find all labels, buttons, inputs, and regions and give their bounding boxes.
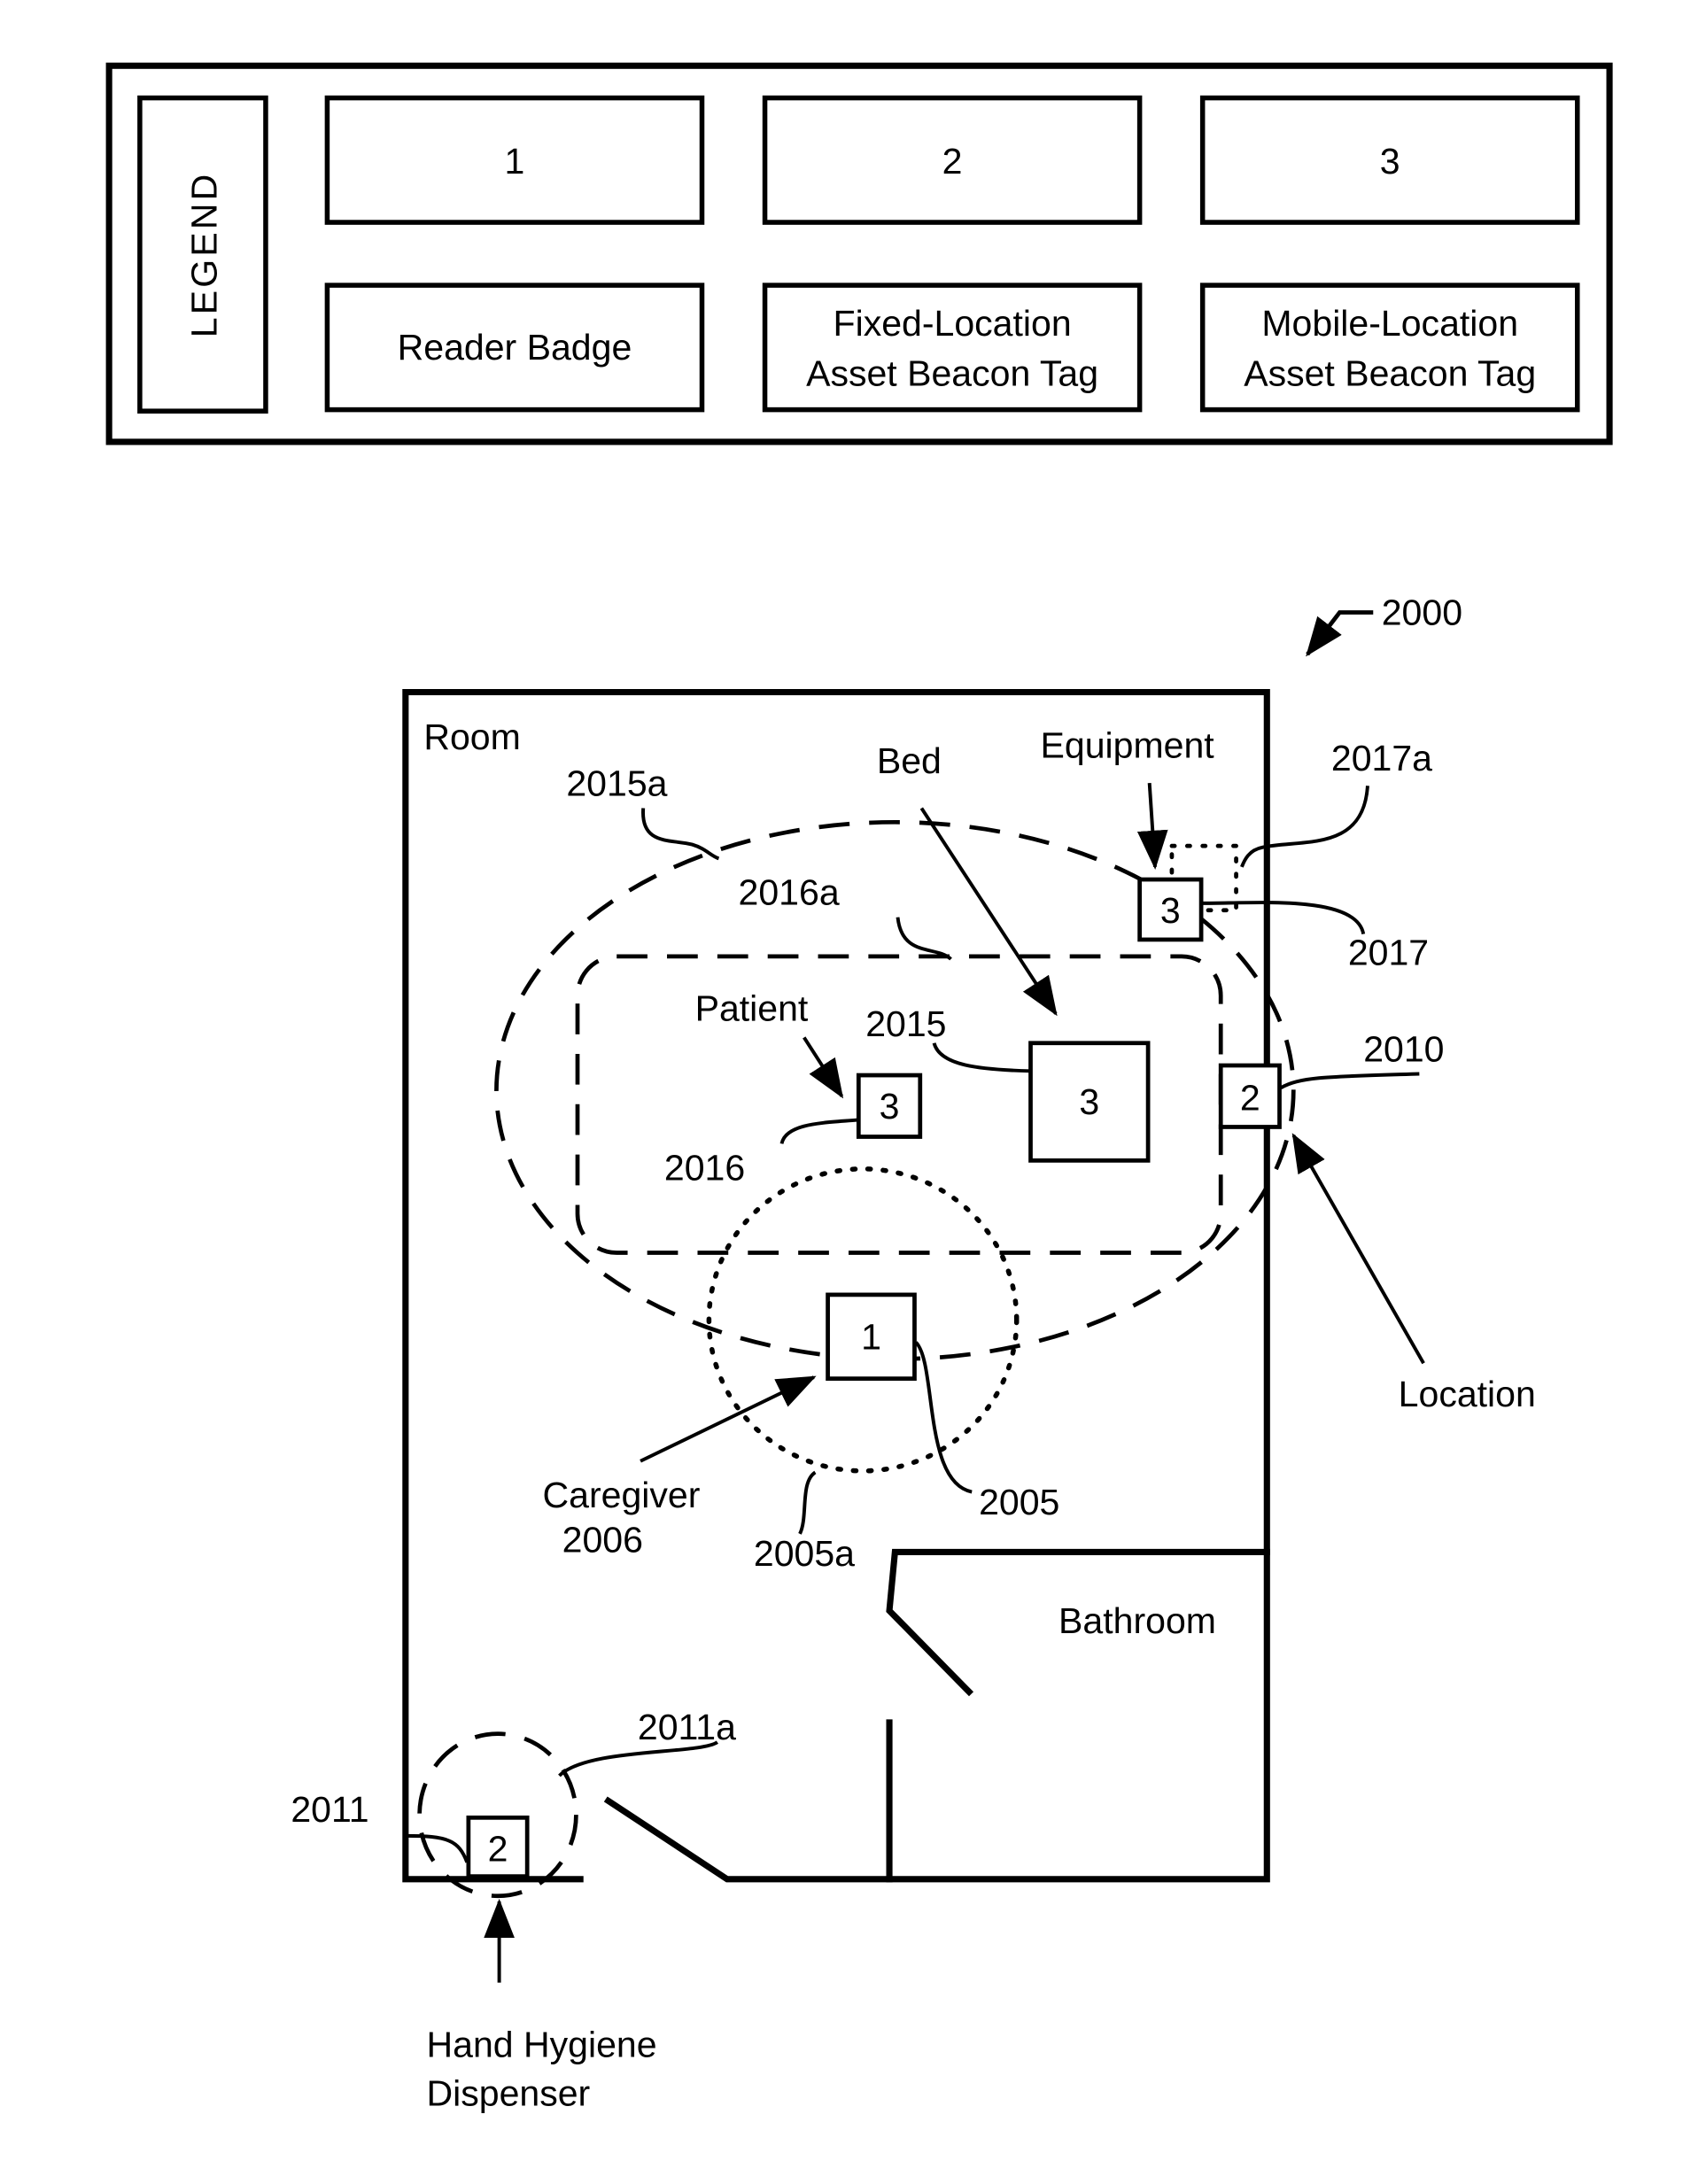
legend-desc-2-line1: Fixed-Location [834, 303, 1072, 344]
leader-2005a [798, 1470, 817, 1535]
patient-tag-2016: 3 [856, 1073, 923, 1139]
leader-2015a [641, 808, 720, 861]
caregiver-badge-text: 1 [861, 1316, 881, 1357]
leader-2015 [932, 1042, 1031, 1073]
patient-tag-text: 3 [880, 1086, 900, 1127]
caregiver-arrow [640, 1375, 817, 1463]
location-arrow [1291, 1133, 1425, 1365]
equipment-tag-text: 3 [1160, 890, 1181, 931]
legend-symbol-2-text: 2 [942, 141, 963, 182]
leader-2016 [779, 1118, 857, 1145]
patient-arrow [803, 1036, 844, 1099]
legend-symbol-3-text: 3 [1380, 141, 1400, 182]
room-walls [402, 688, 1270, 1883]
location-tag-2010: 2 [1218, 1063, 1282, 1129]
legend-symbol-1-text: 1 [505, 141, 525, 182]
patient-label: Patient [695, 987, 809, 1028]
leader-2016a [896, 917, 952, 961]
ref-2017: 2017 [1348, 932, 1429, 972]
figure-reference: 2000 [1306, 592, 1462, 657]
legend-desc-2-line2: Asset Beacon Tag [806, 353, 1098, 394]
ref-2017a: 2017a [1331, 738, 1432, 778]
ref-2005: 2005 [979, 1482, 1059, 1522]
figure-ref-arrow [1306, 610, 1374, 657]
legend-desc-1-text: Reader Badge [398, 327, 632, 368]
dispenser-tag-2011: 2 [466, 1815, 530, 1879]
equipment-tag-2017: 3 [1137, 877, 1204, 942]
patent-figure: LEGEND 1 2 3 Reader Badge Fixed-Location… [105, 62, 1613, 2114]
bed-tag-text: 3 [1079, 1081, 1099, 1122]
legend-desc-3-line1: Mobile-Location [1261, 303, 1518, 344]
ref-2011a: 2011a [638, 1707, 736, 1747]
leader-2011 [405, 1833, 469, 1863]
room: Room [402, 688, 1270, 1883]
bed-label: Bed [877, 740, 942, 781]
bed-tag-2015: 3 [1028, 1041, 1151, 1163]
ref-2016a: 2016a [739, 871, 840, 912]
legend: LEGEND 1 2 3 Reader Badge Fixed-Location… [105, 62, 1613, 445]
equipment-arrow [1136, 782, 1168, 870]
bathroom: Bathroom [886, 1548, 1270, 1883]
equipment-label: Equipment [1041, 725, 1215, 766]
ref-2011: 2011 [291, 1789, 368, 1830]
caregiver-badge-2005: 1 [826, 1292, 917, 1381]
legend-title: LEGEND [184, 172, 225, 338]
location-label: Location [1399, 1374, 1536, 1414]
location-tag-text: 2 [1240, 1078, 1260, 1119]
dispenser-tag-text: 2 [488, 1828, 508, 1869]
dispenser-label-line2: Dispenser [427, 2073, 591, 2114]
leader-2005 [914, 1341, 973, 1494]
figure-ref-label: 2000 [1382, 592, 1462, 633]
room-label: Room [423, 716, 520, 757]
ref-2015: 2015 [865, 1003, 946, 1044]
caregiver-label: Caregiver [543, 1475, 701, 1515]
ref-2016: 2016 [664, 1147, 745, 1188]
leader-2017a [1240, 786, 1369, 868]
caregiver-ref: 2006 [562, 1519, 643, 1560]
bathroom-label: Bathroom [1058, 1600, 1216, 1641]
ref-2015a: 2015a [566, 763, 667, 803]
legend-desc-3-line2: Asset Beacon Tag [1244, 353, 1536, 394]
ref-2005a: 2005a [754, 1533, 855, 1574]
leader-2010 [1280, 1072, 1420, 1089]
ref-2010: 2010 [1363, 1028, 1444, 1069]
leader-2017 [1202, 901, 1366, 935]
dispenser-label-line1: Hand Hygiene [427, 2024, 657, 2064]
